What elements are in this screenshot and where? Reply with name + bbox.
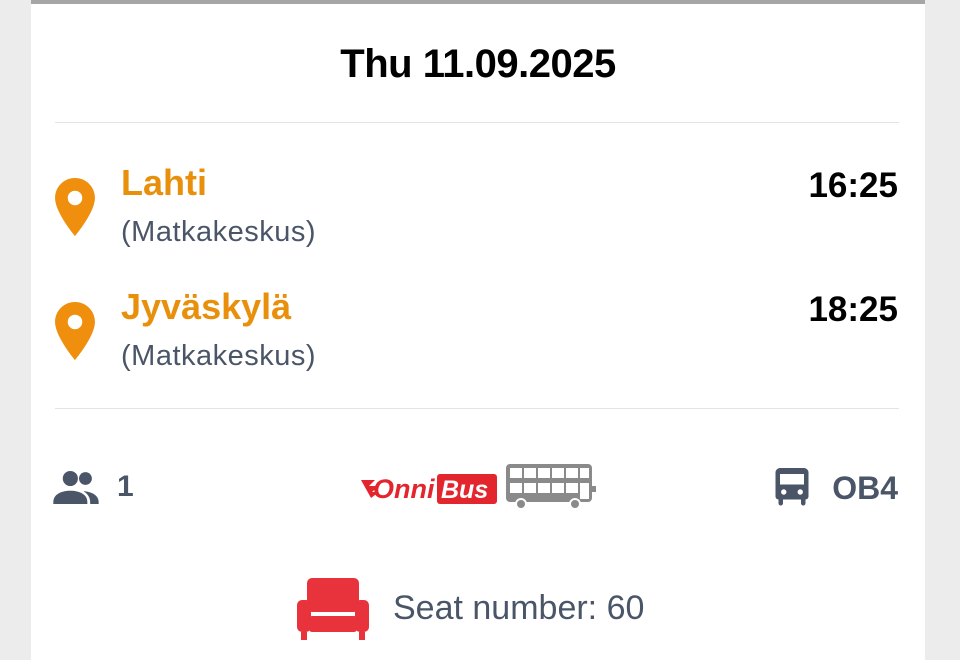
divider [55,408,899,409]
departure-stop: Lahti (Matkakeskus) 16:25 [31,162,925,252]
trip-date: Thu 11.09.2025 [340,42,616,86]
seat-row: Seat number: 60 [31,576,925,646]
people-icon [53,470,99,504]
svg-text:Bus: Bus [441,476,488,504]
trip-info-row: 1 Onni Bus OB4 [31,462,925,518]
location-pin-icon [55,302,95,360]
passenger-count: 1 [117,470,134,503]
svg-text:Onni: Onni [373,474,435,504]
operator-brand: Onni Bus [359,462,599,512]
trip-card: Thu 11.09.2025 Lahti (Matkakeskus) 16:25… [31,0,925,660]
seat-icon [297,578,369,640]
bus-icon [775,468,809,506]
divider [55,122,899,123]
seat-number: Seat number: 60 [393,589,645,627]
arrival-station: (Matkakeskus) [121,340,317,372]
location-pin-icon [55,178,95,236]
departure-city: Lahti [121,162,207,203]
departure-time: 16:25 [808,166,898,205]
departure-station: (Matkakeskus) [121,216,317,248]
onnibus-logo: Onni Bus [361,474,497,504]
arrival-city: Jyväskylä [121,286,292,327]
arrival-time: 18:25 [808,290,898,329]
arrival-stop: Jyväskylä (Matkakeskus) 18:25 [31,286,925,376]
bus-line-number: OB4 [832,470,898,506]
double-decker-bus-icon [506,464,596,510]
